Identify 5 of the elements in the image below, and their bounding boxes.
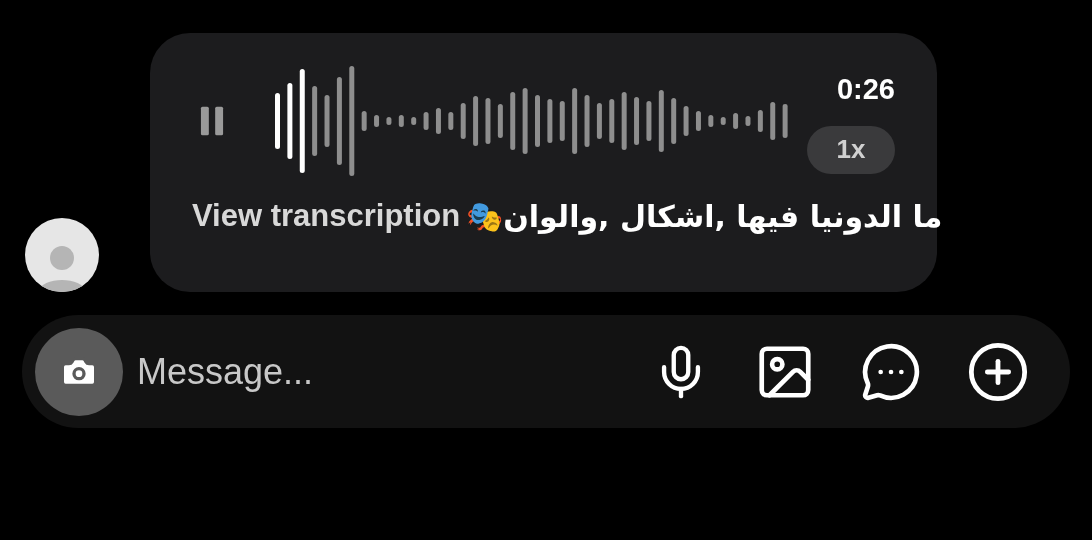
- caption-text: ما الدونيا فيها ,اشكال ,والوان🎭: [466, 197, 943, 237]
- playback-speed-button[interactable]: 1x: [807, 125, 895, 174]
- view-transcription-link[interactable]: View transcription: [192, 193, 461, 240]
- message-input[interactable]: Message...: [137, 344, 652, 399]
- duration-text: 0:26: [836, 72, 895, 108]
